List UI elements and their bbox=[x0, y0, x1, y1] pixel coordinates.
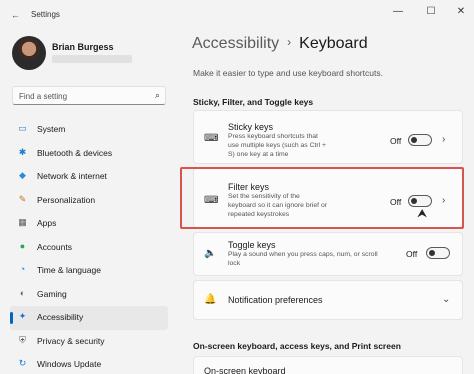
sidebar-item-apps[interactable]: ▦ Apps bbox=[10, 212, 168, 236]
title-bar: ← Settings — ☐ ✕ bbox=[0, 0, 474, 28]
toggle-keys-title: Toggle keys bbox=[228, 240, 276, 250]
profile-name: Brian Burgess bbox=[52, 42, 114, 52]
onscreen-keyboard-card[interactable]: On-screen keyboard bbox=[193, 356, 463, 374]
sidebar-item-label: Gaming bbox=[37, 288, 67, 299]
sidebar-item-accessibility[interactable]: ✦ Accessibility bbox=[10, 306, 168, 330]
sidebar-nav: ▭ System ✱ Bluetooth & devices ◆ Network… bbox=[10, 118, 168, 374]
sidebar-item-label: System bbox=[37, 124, 66, 134]
sidebar-item-time-language[interactable]: ◔ Time & language bbox=[10, 259, 168, 283]
section-title: Sticky, Filter, and Toggle keys bbox=[193, 97, 314, 107]
accessibility-icon: ✦ bbox=[18, 311, 27, 321]
windows-update-icon: ↻ bbox=[18, 358, 27, 368]
sidebar-item-label: Accounts bbox=[37, 241, 72, 252]
speaker-icon: 🔈 bbox=[204, 248, 217, 259]
page-title: Keyboard bbox=[299, 35, 368, 52]
chevron-down-icon[interactable]: ⌄ bbox=[442, 294, 450, 305]
breadcrumb: Accessibility › Keyboard bbox=[192, 35, 368, 53]
close-button[interactable]: ✕ bbox=[451, 5, 471, 19]
back-arrow-icon[interactable]: ← bbox=[11, 10, 20, 20]
toggle-keys-description: Play a sound when you press caps, num, o… bbox=[228, 251, 378, 267]
avatar[interactable] bbox=[12, 36, 46, 70]
accounts-icon: ● bbox=[19, 240, 26, 251]
maximize-button[interactable]: ☐ bbox=[421, 5, 441, 19]
breadcrumb-parent[interactable]: Accessibility bbox=[192, 35, 279, 52]
sticky-keys-title: Sticky keys bbox=[228, 122, 274, 132]
gaming-icon: ◐ bbox=[19, 287, 26, 298]
sidebar-item-system[interactable]: ▭ System bbox=[10, 118, 168, 142]
time-language-icon: ◔ bbox=[19, 264, 26, 274]
sticky-keys-state: Off bbox=[390, 136, 402, 146]
sidebar-item-label: Privacy & security bbox=[37, 335, 105, 346]
toggle-keys-state: Off bbox=[406, 249, 418, 259]
sidebar-item-network[interactable]: ◆ Network & internet bbox=[10, 165, 168, 189]
window-title: Settings bbox=[31, 10, 60, 19]
sidebar-item-label: Bluetooth & devices bbox=[37, 147, 113, 158]
brush-icon: ✎ bbox=[18, 193, 27, 204]
bluetooth-icon: ✱ bbox=[18, 146, 27, 157]
sidebar-item-label: Apps bbox=[37, 218, 57, 228]
network-icon: ◆ bbox=[19, 170, 26, 180]
profile-email-redacted bbox=[52, 55, 132, 63]
notification-preferences-card[interactable]: 🔔 Notification preferences ⌄ bbox=[193, 280, 463, 320]
sidebar-item-windows-update[interactable]: ↻ Windows Update bbox=[10, 353, 168, 374]
sidebar-item-label: Personalization bbox=[37, 194, 96, 205]
search-icon[interactable]: ⌕ bbox=[155, 90, 160, 101]
chevron-right-icon: › bbox=[287, 35, 292, 49]
search-box[interactable]: ⌕ bbox=[12, 86, 166, 105]
toggle-keys-toggle[interactable] bbox=[426, 247, 450, 259]
toggle-knob bbox=[429, 250, 435, 256]
chevron-right-icon[interactable]: › bbox=[442, 134, 445, 145]
sidebar-item-bluetooth[interactable]: ✱ Bluetooth & devices bbox=[10, 142, 168, 166]
apps-icon: ▦ bbox=[18, 217, 27, 227]
section-title: On-screen keyboard, access keys, and Pri… bbox=[193, 341, 401, 351]
sidebar-item-accounts[interactable]: ● Accounts bbox=[10, 236, 168, 260]
sidebar-item-personalization[interactable]: ✎ Personalization bbox=[10, 189, 168, 213]
sidebar-item-label: Windows Update bbox=[37, 359, 102, 369]
onscreen-keyboard-title: On-screen keyboard bbox=[204, 366, 286, 374]
sticky-keys-icon: ⌨ bbox=[204, 133, 219, 144]
bell-icon: 🔔 bbox=[204, 294, 217, 305]
page-subtitle: Make it easier to type and use keyboard … bbox=[193, 68, 383, 78]
shield-icon: ⛨ bbox=[19, 334, 26, 345]
minimize-button[interactable]: — bbox=[388, 5, 408, 19]
search-input[interactable] bbox=[19, 90, 139, 102]
toggle-knob bbox=[411, 137, 417, 143]
system-icon: ▭ bbox=[18, 123, 27, 133]
sidebar-item-label: Network & internet bbox=[37, 171, 107, 181]
sidebar-item-privacy-security[interactable]: ⛨ Privacy & security bbox=[10, 330, 168, 354]
sidebar-item-label: Accessibility bbox=[37, 312, 84, 322]
sidebar-item-gaming[interactable]: ◐ Gaming bbox=[10, 283, 168, 307]
notification-preferences-title: Notification preferences bbox=[228, 295, 323, 305]
sticky-keys-toggle[interactable] bbox=[408, 134, 432, 146]
mouse-cursor-icon: ⮝ bbox=[417, 206, 428, 220]
sticky-keys-card[interactable]: ⌨ Sticky keys Press keyboard shortcuts t… bbox=[193, 110, 463, 164]
toggle-keys-card[interactable]: 🔈 Toggle keys Play a sound when you pres… bbox=[193, 232, 463, 276]
sticky-keys-description: Press keyboard shortcuts that use multip… bbox=[228, 133, 327, 158]
sidebar-item-label: Time & language bbox=[37, 265, 101, 275]
